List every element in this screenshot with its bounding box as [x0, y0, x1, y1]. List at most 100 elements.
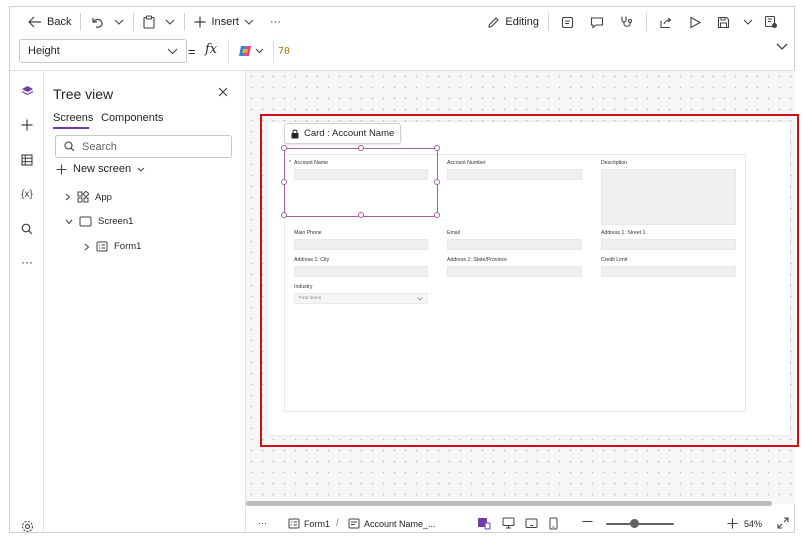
chevron-down-icon — [743, 19, 753, 25]
new-screen-button[interactable]: New screen — [56, 163, 145, 175]
tree-search-input[interactable]: Search — [55, 135, 232, 158]
search-rail-button[interactable] — [15, 217, 39, 241]
expand-diagonal-icon — [777, 517, 789, 529]
copilot-button[interactable] — [228, 39, 272, 63]
breadcrumb-form1[interactable]: Form1 — [288, 518, 330, 529]
chevron-down-icon — [167, 48, 178, 55]
more-breadcrumb-button[interactable]: ··· — [258, 518, 267, 528]
publish-button[interactable] — [758, 10, 784, 34]
close-icon[interactable] — [218, 87, 228, 97]
paste-dropdown-button[interactable] — [160, 10, 180, 34]
breadcrumb-card[interactable]: Account Name_... — [348, 518, 436, 529]
chevron-down-icon — [114, 19, 124, 25]
insert-rail-button[interactable] — [15, 113, 39, 137]
description-input[interactable] — [601, 169, 736, 225]
save-dropdown-button[interactable] — [738, 10, 758, 34]
settings-rail-button[interactable] — [15, 514, 39, 538]
city-input[interactable] — [294, 266, 428, 277]
tree-item-label: Screen1 — [98, 216, 134, 227]
zoom-slider-thumb[interactable] — [630, 519, 639, 528]
divider — [548, 13, 549, 31]
tab-components[interactable]: Components — [101, 112, 163, 124]
tablet-view-button[interactable] — [525, 517, 538, 529]
street-input[interactable] — [601, 239, 736, 250]
state-input[interactable] — [447, 266, 582, 277]
editing-button[interactable]: Editing — [482, 10, 544, 34]
app-window: Back Insert ··· Editing Height = fx 70 {… — [9, 6, 799, 533]
search-icon — [64, 141, 75, 152]
resize-handle[interactable] — [358, 145, 364, 151]
zoom-slider-track[interactable] — [606, 523, 674, 525]
resize-handle[interactable] — [358, 212, 364, 218]
fit-to-window-button[interactable] — [777, 517, 789, 529]
resize-handle[interactable] — [281, 145, 287, 151]
phone-view-button[interactable] — [549, 517, 558, 530]
zoom-percentage: 54% — [744, 519, 763, 529]
resize-handle[interactable] — [434, 179, 440, 185]
app-checker-button[interactable] — [612, 10, 642, 34]
zoom-out-button[interactable] — [582, 516, 593, 527]
divider — [646, 13, 647, 31]
more-rail-button[interactable]: ··· — [15, 250, 39, 274]
plus-icon — [21, 119, 33, 131]
save-button[interactable] — [709, 10, 738, 34]
monitor-icon — [502, 517, 515, 529]
resize-handle[interactable] — [281, 212, 287, 218]
card-selection-box[interactable] — [281, 145, 440, 218]
horizontal-scrollbar[interactable] — [246, 501, 772, 506]
chevron-right-icon — [65, 193, 71, 201]
field-label-credit-limit: Credit Limit — [601, 257, 628, 263]
desktop-view-button[interactable] — [502, 517, 515, 529]
preview-button[interactable] — [681, 10, 709, 34]
play-icon — [689, 16, 701, 29]
pencil-icon — [487, 16, 500, 29]
app-icon — [77, 191, 89, 203]
tab-screens[interactable]: Screens — [53, 112, 93, 124]
variables-rail-button[interactable]: {x} — [15, 182, 39, 206]
paste-button[interactable] — [138, 10, 160, 34]
undo-button[interactable] — [85, 10, 109, 34]
tree-view-title: Tree view — [53, 86, 114, 102]
more-icon: ··· — [21, 255, 33, 269]
formula-input[interactable]: 70 — [273, 39, 773, 63]
tree-item-label: Form1 — [114, 241, 142, 252]
comments-button[interactable] — [582, 10, 612, 34]
more-commands-button[interactable]: ··· — [265, 10, 286, 34]
property-dropdown[interactable]: Height — [19, 39, 187, 63]
back-button[interactable]: Back — [23, 10, 76, 34]
credit-limit-input[interactable] — [601, 266, 736, 277]
tree-view-rail-button[interactable] — [15, 79, 39, 103]
share-button[interactable] — [651, 10, 681, 34]
data-rail-button[interactable] — [15, 148, 39, 172]
resize-handle[interactable] — [434, 212, 440, 218]
new-screen-label: New screen — [73, 163, 132, 175]
field-label-city: Address 1: City — [294, 257, 330, 263]
main-phone-input[interactable] — [294, 239, 428, 250]
view-toggle-button[interactable] — [477, 517, 491, 530]
account-number-input[interactable] — [447, 169, 582, 180]
undo-dropdown-button[interactable] — [109, 10, 129, 34]
tree-item-screen1[interactable]: Screen1 — [65, 216, 133, 227]
property-value: Height — [28, 45, 60, 57]
resize-handle[interactable] — [281, 179, 287, 185]
resize-handle[interactable] — [434, 145, 440, 151]
industry-combobox[interactable]: Find items — [294, 293, 428, 304]
card-icon — [348, 518, 360, 529]
notes-button[interactable] — [553, 10, 582, 34]
email-input[interactable] — [447, 239, 582, 250]
screen-layout-icon — [477, 517, 491, 530]
insert-button[interactable]: Insert — [189, 10, 259, 34]
chevron-down-icon — [137, 167, 145, 172]
breadcrumb-separator: / — [336, 518, 339, 529]
zoom-in-button[interactable] — [727, 518, 738, 529]
editing-label: Editing — [505, 16, 539, 28]
formula-bar: Height = fx 70 — [10, 37, 794, 71]
tree-item-form1[interactable]: Form1 — [84, 241, 141, 252]
expand-formula-chevron-icon[interactable] — [776, 43, 788, 51]
share-icon — [659, 16, 673, 29]
lock-icon — [291, 129, 299, 139]
plus-icon — [56, 164, 67, 175]
tree-item-app[interactable]: App — [65, 191, 112, 203]
field-label-street: Address 1: Street 1 — [601, 230, 646, 236]
chevron-down-icon — [165, 19, 175, 25]
